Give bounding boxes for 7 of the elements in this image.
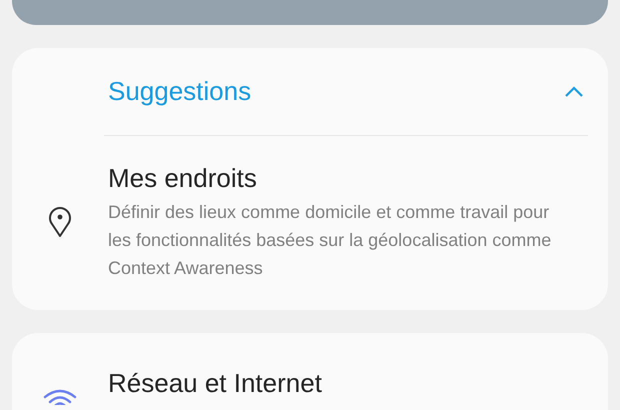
wifi-icon <box>43 387 77 405</box>
setting-title[interactable]: Mes endroits <box>108 162 568 194</box>
setting-description: Définir des lieux comme domicile et comme travail pour les fonctionnalités basées sur la géolocalisation comme Context Awareness <box>108 201 552 280</box>
chevron-up-icon[interactable] <box>564 86 584 98</box>
location-pin-icon <box>48 206 72 238</box>
section-title: Suggestions <box>108 76 252 107</box>
setting-title[interactable]: Réseau et Internet <box>108 367 322 399</box>
